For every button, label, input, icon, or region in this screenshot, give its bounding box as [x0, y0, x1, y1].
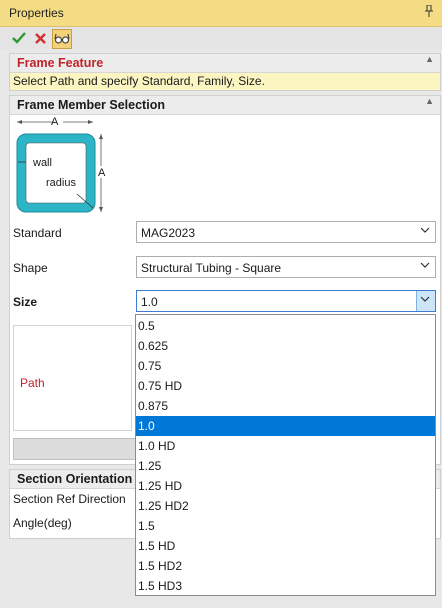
path-action-button[interactable]: [13, 438, 137, 460]
size-option[interactable]: 1.5 HD3: [136, 576, 435, 596]
size-option-label: 0.75 HD: [138, 379, 183, 393]
standard-combobox[interactable]: MAG2023: [136, 221, 436, 243]
shape-label: Shape: [13, 261, 48, 275]
pin-icon[interactable]: [424, 4, 434, 20]
size-option-label: 1.0: [138, 419, 155, 433]
size-option-label: 0.5: [138, 319, 155, 333]
size-option-label: 1.5 HD2: [138, 559, 183, 573]
feature-message: Select Path and specify Standard, Family…: [13, 74, 265, 88]
angle-label: Angle(deg): [13, 516, 72, 530]
checkmark-icon: [12, 32, 26, 44]
size-option[interactable]: 1.5: [136, 516, 435, 536]
path-label: Path: [20, 376, 45, 390]
frame-member-title: Frame Member Selection: [17, 98, 165, 112]
size-option[interactable]: 1.5 HD: [136, 536, 435, 556]
section-ref-direction-label: Section Ref Direction: [13, 492, 126, 506]
size-option[interactable]: 0.75: [136, 356, 435, 376]
path-selection-box[interactable]: Path: [13, 325, 132, 431]
window-title: Properties: [9, 6, 64, 20]
toolbar: [0, 27, 442, 49]
size-option[interactable]: 1.25 HD: [136, 476, 435, 496]
square-tube-profile-diagram: [16, 116, 106, 213]
size-option[interactable]: 1.0 HD: [136, 436, 435, 456]
x-icon: [34, 32, 46, 44]
frame-feature-panel: Frame Feature ▲ Select Path and specify …: [9, 53, 441, 91]
dim-a-top-label: A: [51, 116, 59, 128]
size-option-label: 0.875: [138, 399, 169, 413]
size-value: 1.0: [141, 295, 158, 309]
radius-label: radius: [46, 177, 76, 189]
size-option[interactable]: 0.625: [136, 336, 435, 356]
size-option-label: 1.5 HD: [138, 539, 176, 553]
glasses-icon: [54, 33, 70, 44]
size-option-label: 1.5 HD3: [138, 579, 183, 593]
collapse-icon[interactable]: ▲: [425, 54, 434, 64]
size-option-label: 1.25: [138, 459, 162, 473]
feature-message-bar: Select Path and specify Standard, Family…: [10, 73, 440, 90]
frame-feature-header[interactable]: Frame Feature ▲: [10, 54, 440, 73]
shape-combobox[interactable]: Structural Tubing - Square: [136, 256, 436, 278]
cancel-button[interactable]: [31, 29, 49, 47]
size-option[interactable]: 0.5: [136, 316, 435, 336]
standard-label: Standard: [13, 226, 62, 240]
size-option-label: 1.5: [138, 519, 155, 533]
shape-value: Structural Tubing - Square: [141, 261, 282, 275]
size-option-label: 0.625: [138, 339, 169, 353]
size-option-label: 1.25 HD: [138, 479, 183, 493]
frame-member-header[interactable]: Frame Member Selection ▲: [10, 96, 440, 115]
size-option[interactable]: 0.875: [136, 396, 435, 416]
dim-a-side-label: A: [98, 167, 106, 179]
frame-feature-title: Frame Feature: [17, 56, 104, 70]
size-option-label: 1.25 HD2: [138, 499, 189, 513]
size-option[interactable]: 1.25: [136, 456, 435, 476]
size-combobox[interactable]: 1.0: [136, 290, 436, 312]
chevron-down-icon: [420, 262, 430, 268]
collapse-icon[interactable]: ▲: [425, 96, 434, 106]
size-option-label: 0.75: [138, 359, 162, 373]
ok-button[interactable]: [10, 29, 28, 47]
size-label: Size: [13, 295, 38, 309]
section-orientation-title: Section Orientation: [17, 472, 133, 486]
size-option[interactable]: 1.5 HD2: [136, 556, 435, 576]
wall-label: wall: [33, 157, 52, 169]
size-option[interactable]: 1.25 HD2: [136, 496, 435, 516]
title-bar: Properties: [0, 0, 442, 27]
preview-button[interactable]: [52, 29, 72, 49]
size-dropdown-list[interactable]: 0.5 0.625 0.75 0.75 HD 0.875 1.0 1.0 HD 1.25 1.2…: [135, 314, 436, 596]
standard-value: MAG2023: [141, 226, 196, 240]
size-option[interactable]: 0.75 HD: [136, 376, 435, 396]
size-option[interactable]: 1.0: [136, 416, 435, 436]
size-option-label: 1.0 HD: [138, 439, 176, 453]
chevron-down-icon: [420, 296, 430, 302]
chevron-down-icon: [420, 227, 430, 233]
